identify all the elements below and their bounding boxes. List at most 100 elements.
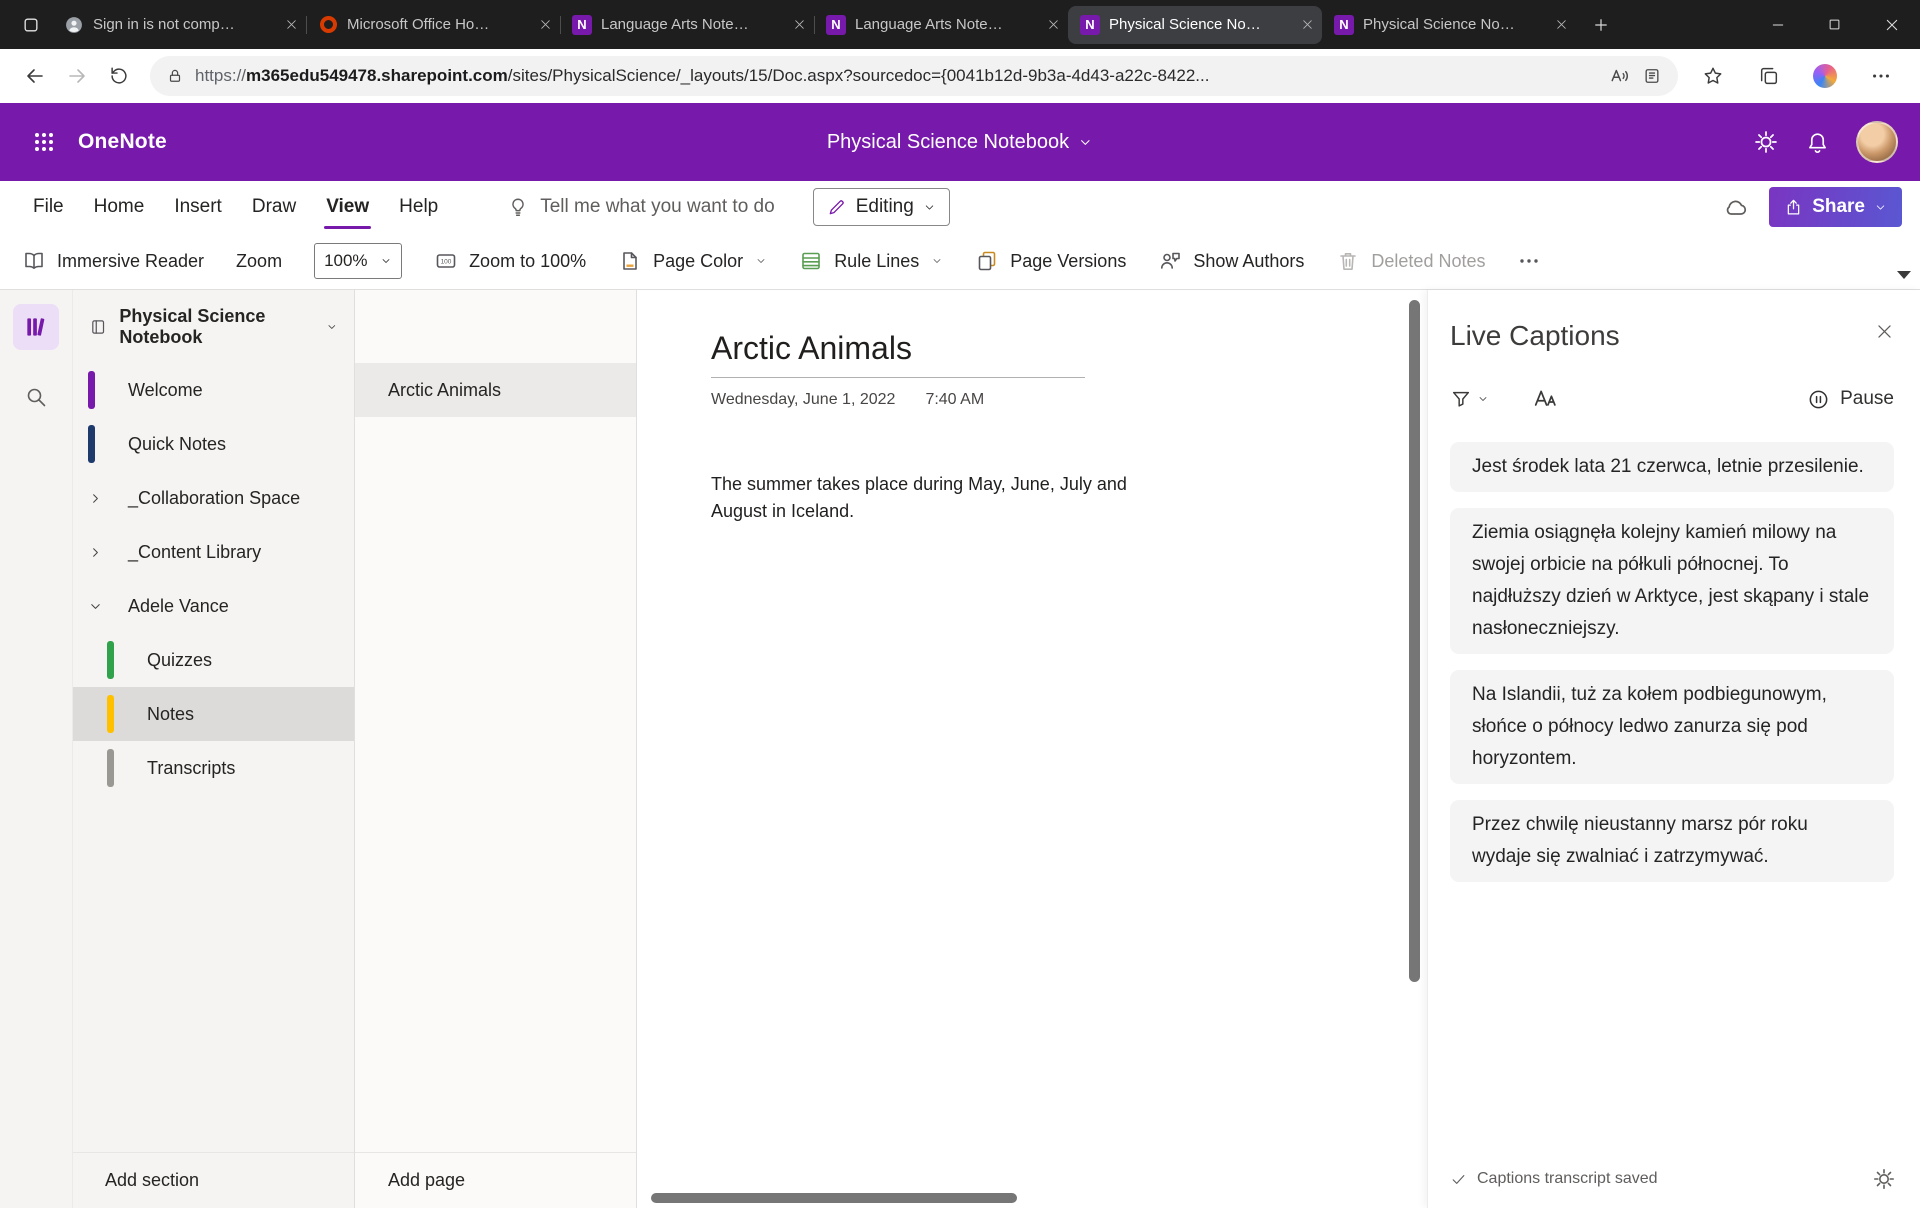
page-item-arctic-animals[interactable]: Arctic Animals bbox=[355, 363, 636, 417]
forward-button[interactable] bbox=[56, 56, 98, 96]
notebook-header[interactable]: Physical Science Notebook bbox=[73, 290, 354, 363]
section-welcome[interactable]: Welcome bbox=[73, 363, 354, 417]
zoom-value: 100% bbox=[324, 251, 367, 271]
menu-view[interactable]: View bbox=[311, 181, 384, 233]
show-authors-button[interactable]: Show Authors bbox=[1158, 249, 1304, 273]
browser-tab[interactable]: Sign in is not comp… bbox=[52, 6, 306, 44]
menu-bar: File Home Insert Draw View Help Tell me … bbox=[0, 181, 1920, 233]
menu-help[interactable]: Help bbox=[384, 181, 453, 233]
notebooks-nav-button[interactable] bbox=[13, 304, 59, 350]
section-color-chip bbox=[107, 641, 114, 679]
page-title[interactable]: Arctic Animals bbox=[711, 330, 1427, 367]
search-button[interactable] bbox=[13, 374, 59, 420]
reading-mode-icon[interactable] bbox=[1642, 66, 1662, 86]
tab-close-icon[interactable] bbox=[1047, 18, 1060, 31]
browser-tab[interactable]: N Language Arts Note… bbox=[814, 6, 1068, 44]
refresh-button[interactable] bbox=[98, 56, 140, 96]
tab-close-icon[interactable] bbox=[1301, 18, 1314, 31]
close-captions-icon[interactable] bbox=[1875, 322, 1894, 341]
ribbon-overflow-button[interactable] bbox=[1517, 249, 1541, 273]
menu-file[interactable]: File bbox=[18, 181, 79, 233]
browser-tab[interactable]: N Physical Science No… bbox=[1322, 6, 1576, 44]
zoom-to-100-button[interactable]: 100 Zoom to 100% bbox=[434, 249, 586, 273]
pause-captions-button[interactable]: Pause bbox=[1807, 388, 1894, 411]
pause-label: Pause bbox=[1840, 388, 1894, 410]
search-icon bbox=[24, 385, 48, 409]
tab-close-icon[interactable] bbox=[539, 18, 552, 31]
immersive-reader-button[interactable]: Immersive Reader bbox=[22, 249, 204, 273]
zoom-level-select[interactable]: 100% bbox=[314, 243, 402, 279]
live-captions-title: Live Captions bbox=[1450, 320, 1620, 352]
page-body-text[interactable]: The summer takes place during May, June,… bbox=[711, 471, 1173, 525]
back-button[interactable] bbox=[14, 56, 56, 96]
page-versions-button[interactable]: Page Versions bbox=[975, 249, 1126, 273]
browser-tab[interactable]: N Language Arts Note… bbox=[560, 6, 814, 44]
menu-draw[interactable]: Draw bbox=[237, 181, 311, 233]
section-quizzes[interactable]: Quizzes bbox=[73, 633, 354, 687]
user-avatar[interactable] bbox=[1856, 121, 1898, 163]
favorites-star-icon[interactable] bbox=[1692, 56, 1734, 96]
copilot-icon[interactable] bbox=[1804, 56, 1846, 96]
horizontal-scrollbar[interactable] bbox=[651, 1193, 1017, 1203]
maximize-button[interactable] bbox=[1806, 0, 1863, 49]
section-group-adele-vance[interactable]: Adele Vance bbox=[73, 579, 354, 633]
address-bar[interactable]: https://m365edu549478.sharepoint.com/sit… bbox=[150, 56, 1678, 96]
chevron-right-icon[interactable] bbox=[88, 491, 103, 506]
tab-title: Sign in is not comp… bbox=[93, 16, 276, 33]
ribbon-collapse-icon[interactable] bbox=[1897, 271, 1911, 279]
caption-text-size-button[interactable] bbox=[1533, 386, 1559, 412]
rule-lines-dropdown[interactable]: Rule Lines bbox=[799, 249, 943, 273]
notebook-title-header[interactable]: Physical Science Notebook bbox=[827, 131, 1093, 154]
section-group-collaboration-space[interactable]: _Collaboration Space bbox=[73, 471, 354, 525]
chevron-right-icon[interactable] bbox=[88, 545, 103, 560]
browser-menu-icon[interactable] bbox=[1860, 56, 1902, 96]
lock-icon[interactable] bbox=[166, 67, 184, 85]
notebook-icon bbox=[89, 316, 107, 338]
page-color-dropdown[interactable]: Page Color bbox=[618, 249, 767, 273]
app-name[interactable]: OneNote bbox=[78, 130, 167, 154]
section-quick-notes[interactable]: Quick Notes bbox=[73, 417, 354, 471]
deleted-notes-button[interactable]: Deleted Notes bbox=[1336, 249, 1485, 273]
note-canvas[interactable]: Arctic Animals Wednesday, June 1, 2022 7… bbox=[637, 290, 1427, 1208]
editing-mode-dropdown[interactable]: Editing bbox=[813, 188, 950, 226]
section-color-chip bbox=[107, 749, 114, 787]
notifications-bell-icon[interactable] bbox=[1805, 130, 1830, 155]
svg-text:100: 100 bbox=[441, 259, 452, 266]
pages-panel: Arctic Animals Add page bbox=[355, 290, 637, 1208]
share-button[interactable]: Share bbox=[1769, 187, 1902, 227]
captions-settings-gear-icon[interactable] bbox=[1872, 1167, 1896, 1191]
tab-title: Physical Science No… bbox=[1363, 16, 1546, 33]
notebooks-icon bbox=[23, 314, 49, 340]
onenote-app-header: OneNote Physical Science Notebook bbox=[0, 103, 1920, 181]
rule-lines-icon bbox=[799, 249, 823, 273]
menu-home[interactable]: Home bbox=[79, 181, 160, 233]
settings-gear-icon[interactable] bbox=[1753, 129, 1779, 155]
vertical-scrollbar[interactable] bbox=[1409, 300, 1420, 982]
minimize-button[interactable] bbox=[1749, 0, 1806, 49]
collections-icon[interactable] bbox=[1748, 56, 1790, 96]
section-transcripts[interactable]: Transcripts bbox=[73, 741, 354, 795]
new-tab-button[interactable] bbox=[1582, 7, 1620, 43]
title-underline bbox=[711, 377, 1085, 378]
caption-list: Jest środek lata 21 czerwca, letnie prze… bbox=[1450, 442, 1894, 882]
tab-actions-menu-button[interactable] bbox=[10, 7, 52, 43]
tab-close-icon[interactable] bbox=[793, 18, 806, 31]
close-window-button[interactable] bbox=[1863, 0, 1920, 49]
caption-card: Przez chwilę nieustanny marsz pór roku w… bbox=[1450, 800, 1894, 882]
show-authors-icon bbox=[1158, 249, 1182, 273]
tell-me-search[interactable]: Tell me what you want to do bbox=[507, 196, 774, 218]
section-notes-selected[interactable]: Notes bbox=[73, 687, 354, 741]
browser-tab[interactable]: Microsoft Office Ho… bbox=[306, 6, 560, 44]
tab-close-icon[interactable] bbox=[285, 18, 298, 31]
tab-close-icon[interactable] bbox=[1555, 18, 1568, 31]
browser-tab-active[interactable]: N Physical Science No… bbox=[1068, 6, 1322, 44]
captions-filter-dropdown[interactable] bbox=[1450, 388, 1489, 410]
app-launcher-icon[interactable] bbox=[22, 120, 66, 164]
menu-insert[interactable]: Insert bbox=[159, 181, 237, 233]
add-page-button[interactable]: Add page bbox=[355, 1152, 636, 1208]
section-group-content-library[interactable]: _Content Library bbox=[73, 525, 354, 579]
sync-status-icon[interactable] bbox=[1723, 194, 1749, 220]
read-aloud-icon[interactable] bbox=[1609, 65, 1631, 87]
add-section-button[interactable]: Add section bbox=[73, 1152, 354, 1208]
chevron-down-icon[interactable] bbox=[88, 599, 103, 614]
